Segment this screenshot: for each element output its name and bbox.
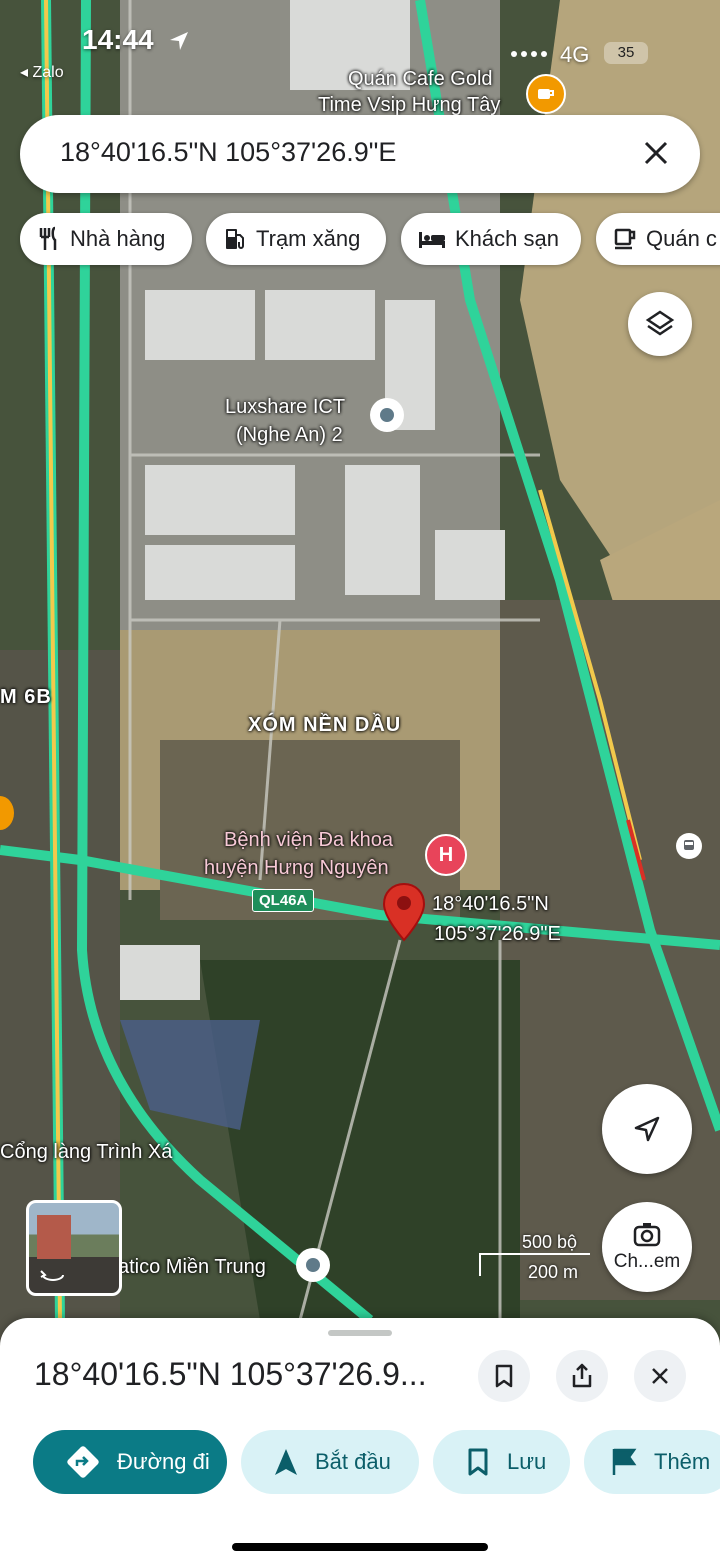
start-button[interactable]: Bắt đầu [241, 1430, 419, 1494]
directions-label: Đường đi [117, 1449, 210, 1474]
signal-icon [511, 51, 547, 57]
chip-hotels-label: Khách sạn [455, 226, 559, 251]
hotel-icon [419, 232, 445, 248]
hospital-h-icon: H [438, 843, 454, 866]
poi-dot-icon [380, 408, 394, 422]
chip-cafes[interactable]: Quán c [596, 213, 720, 265]
bookmark-icon [468, 1448, 488, 1476]
place-bottom-sheet[interactable]: 18°40'16.5"N 105°37'26.9... Đường đi Bắt… [0, 1318, 720, 1564]
my-location-button[interactable] [602, 1084, 692, 1174]
selected-location-pin-icon[interactable] [382, 882, 426, 944]
home-indicator[interactable] [232, 1543, 488, 1551]
save-place-button[interactable] [478, 1350, 530, 1402]
camera-icon [633, 1223, 661, 1247]
cafe-icon [614, 228, 636, 250]
close-icon [652, 1368, 668, 1384]
map-label-cafe-line2: Time Vsip Hưng Tây [318, 94, 501, 116]
add-label-button[interactable]: Thêm [584, 1430, 720, 1494]
map-label-xom-nen-dau: XÓM NỀN DẦU [248, 714, 402, 736]
street-view-thumbnail[interactable] [26, 1200, 122, 1296]
save-label: Lưu [507, 1449, 547, 1474]
hospital-poi-marker[interactable]: H [425, 834, 467, 876]
scale-imperial: 500 bộ [522, 1232, 578, 1252]
map-label-pin-lat: 18°40'16.5"N [432, 893, 549, 915]
chip-restaurants[interactable]: Nhà hàng [20, 213, 192, 265]
chip-cafes-label: Quán c [646, 226, 717, 251]
map-label-pin-lng: 105°37'26.9"E [434, 923, 561, 945]
sheet-drag-handle[interactable] [328, 1330, 392, 1336]
map-label-atico: atico Miền Trung [118, 1256, 266, 1278]
map-label-road-6b: M 6B [0, 686, 52, 708]
network-type: 4G [560, 42, 590, 67]
search-bar[interactable]: 18°40'16.5"N 105°37'26.9"E [20, 115, 700, 193]
luxshare-poi-marker[interactable] [370, 398, 404, 432]
chip-restaurants-label: Nhà hàng [70, 226, 166, 251]
share-button[interactable] [556, 1350, 608, 1402]
camera-search-button[interactable]: Ch...em [602, 1202, 692, 1292]
road-shield-ql46a: QL46A [252, 889, 315, 912]
share-icon [572, 1363, 592, 1388]
close-sheet-button[interactable] [634, 1350, 686, 1402]
layers-icon [645, 310, 675, 336]
bus-stop-marker[interactable] [676, 833, 702, 859]
scale-metric: 200 m [528, 1262, 579, 1282]
directions-button[interactable]: Đường đi [33, 1430, 227, 1494]
chip-hotels[interactable]: Khách sạn [401, 213, 581, 265]
location-arrow-icon [170, 32, 188, 50]
street-view-shop [37, 1215, 71, 1259]
map-label-luxshare-line2: (Nghe An) 2 [236, 424, 343, 446]
battery-indicator: 35 [604, 42, 648, 64]
save-button[interactable]: Lưu [433, 1430, 570, 1494]
chip-gas-stations-label: Trạm xăng [256, 226, 361, 251]
rotate-360-icon [40, 1270, 64, 1281]
map-scale: 500 bộ 200 m [476, 1232, 596, 1282]
map-label-hospital-line1: Bệnh viện Đa khoa [224, 829, 394, 851]
gas-station-icon [226, 229, 244, 249]
atico-poi-marker[interactable] [296, 1248, 330, 1282]
map-label-hospital-line2: huyện Hưng Nguyên [204, 857, 389, 879]
status-time: 14:44 [82, 24, 154, 55]
start-label: Bắt đầu [315, 1449, 391, 1474]
bookmark-icon [495, 1364, 513, 1388]
chip-gas-stations[interactable]: Trạm xăng [206, 213, 386, 265]
place-title: 18°40'16.5"N 105°37'26.9... [34, 1356, 427, 1392]
bus-icon [684, 840, 694, 850]
add-label-label: Thêm [654, 1449, 711, 1474]
navigation-arrow-icon [275, 1449, 297, 1475]
cafe-poi-marker[interactable] [526, 74, 566, 114]
camera-search-label: Ch...em [613, 1251, 681, 1272]
poi-dot-icon [306, 1258, 320, 1272]
coffee-cup-icon [538, 89, 554, 99]
flag-icon [612, 1448, 637, 1475]
map-label-cong-lang: Cổng làng Trình Xá [0, 1141, 173, 1163]
navigation-arrow-icon [634, 1116, 660, 1142]
map-label-luxshare-line1: Luxshare ICT [225, 396, 346, 418]
directions-icon [67, 1446, 99, 1478]
map-label-cafe-line1: Quán Cafe Gold [348, 68, 493, 90]
restaurant-icon [39, 226, 57, 250]
layers-button[interactable] [628, 292, 692, 356]
search-query-text: 18°40'16.5"N 105°37'26.9"E [60, 137, 397, 167]
clear-search-icon[interactable] [638, 135, 674, 171]
back-to-app-link[interactable]: ◂ Zalo [20, 62, 64, 82]
